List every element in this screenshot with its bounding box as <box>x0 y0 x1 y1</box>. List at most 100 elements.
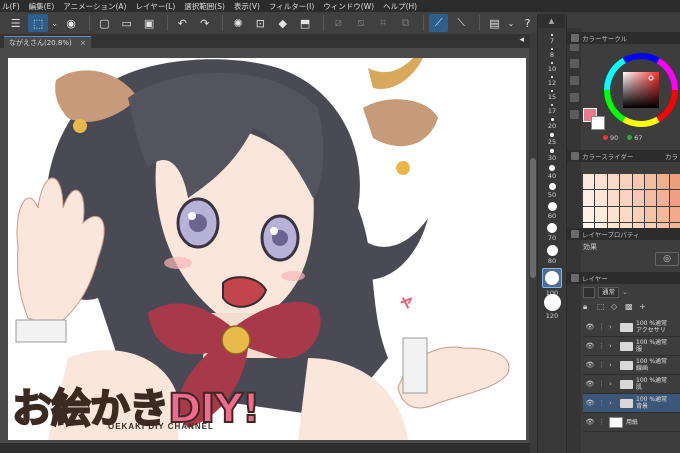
brush-size-item[interactable]: 50 <box>538 183 566 199</box>
color-wheel-graphic[interactable] <box>603 52 679 128</box>
help-icon[interactable]: ? <box>518 14 537 32</box>
eye-icon[interactable]: 👁︎ <box>585 418 595 426</box>
brush-size-swatch[interactable] <box>547 202 557 211</box>
panel-toggle-icon[interactable] <box>569 93 579 102</box>
save-icon[interactable]: ▣ <box>139 14 158 32</box>
color-swatch[interactable] <box>595 206 607 222</box>
companion-icon[interactable]: ◉ <box>61 14 80 32</box>
layer-row[interactable]: 👁︎ ⋮ › 100 %通常肌 <box>583 375 680 394</box>
hamburger-menu-icon[interactable]: ☰ <box>6 14 25 32</box>
canvas-vertical-scrollbar[interactable] <box>529 48 537 443</box>
layer-panel-header[interactable]: レイヤー <box>567 272 680 284</box>
brush-size-swatch[interactable] <box>550 149 554 153</box>
deselect-icon[interactable]: ⧄ <box>329 14 348 32</box>
menu-animation[interactable]: アニメーション(A) <box>63 1 126 12</box>
collapse-icon[interactable]: ◂ <box>519 35 524 45</box>
expand-selection-icon[interactable]: ⬒ <box>295 14 314 32</box>
panel-toggle-icon[interactable] <box>569 110 579 119</box>
brush-size-swatch[interactable] <box>551 34 553 36</box>
brush-size-swatch[interactable] <box>549 165 555 171</box>
blend-mode-select[interactable]: 通常 <box>598 286 619 298</box>
invert-selection-icon[interactable]: ⧅ <box>351 14 370 32</box>
chevron-right-icon[interactable]: › <box>609 361 617 369</box>
clip-icon[interactable]: ⬚ <box>597 302 607 312</box>
color-swatch[interactable] <box>583 206 595 222</box>
color-swatch[interactable] <box>583 174 595 190</box>
menu-help[interactable]: ヘルプ(H) <box>383 1 417 12</box>
brush-size-swatch[interactable] <box>551 62 553 64</box>
color-swatch[interactable] <box>620 174 632 190</box>
new-file-icon[interactable]: ▢ <box>95 14 114 32</box>
crop-icon[interactable]: ⌗ <box>373 14 392 32</box>
effect-button[interactable]: ◎ <box>655 252 679 266</box>
scrollbar-thumb[interactable] <box>530 158 536 278</box>
color-swatch[interactable] <box>669 174 680 190</box>
color-swatch[interactable] <box>644 206 657 222</box>
chevron-down-icon[interactable]: ⌄ <box>51 14 59 32</box>
brush-size-item[interactable]: 80 <box>538 245 566 265</box>
chevron-right-icon[interactable]: › <box>609 380 617 388</box>
eye-icon[interactable]: 👁︎ <box>585 380 595 388</box>
chevron-right-icon[interactable]: › <box>609 342 617 350</box>
color-swatch[interactable] <box>632 190 644 206</box>
color-swatch[interactable] <box>669 206 680 222</box>
layer-lock-icon[interactable]: ⋮ <box>598 399 606 407</box>
clear-outside-icon[interactable]: ⊡ <box>251 14 270 32</box>
color-swatch[interactable] <box>632 174 644 190</box>
brush-size-item[interactable]: 100 <box>538 268 566 297</box>
color-swatch[interactable] <box>644 190 657 206</box>
brush-size-item[interactable]: 10 <box>538 62 566 73</box>
brush-size-swatch[interactable] <box>550 133 554 137</box>
menu-edit[interactable]: 編集(E) <box>29 1 55 12</box>
brush-size-item[interactable]: 8 <box>538 48 566 59</box>
layer-property-header[interactable]: レイヤープロパティ <box>567 228 680 240</box>
panel-toggle-icon[interactable] <box>569 59 579 68</box>
lock-icon[interactable]: 🔒︎ <box>583 302 593 312</box>
brush-size-item[interactable]: 7 <box>538 34 566 45</box>
layer-row[interactable]: 👁︎ ⋮ › 100 %通常 線画 <box>583 356 680 375</box>
brush-size-swatch[interactable] <box>543 294 561 311</box>
screen-icon[interactable]: ▤ <box>485 14 504 32</box>
brush-size-swatch[interactable] <box>548 183 556 190</box>
undo-icon[interactable]: ↶ <box>173 14 192 32</box>
color-wheel-header[interactable]: カラーサークル <box>567 32 680 44</box>
snap-ruler-icon[interactable]: ⟋ <box>429 14 449 32</box>
selection-tool-icon[interactable]: ⬚ <box>28 14 48 32</box>
color-swatch[interactable] <box>669 190 680 206</box>
brush-size-swatch[interactable] <box>542 268 562 288</box>
reference-icon[interactable]: ◇ <box>611 302 621 312</box>
layer-row[interactable]: 👁︎ ⋮ › 100 %通常服 <box>583 337 680 356</box>
color-swatch[interactable] <box>607 190 620 206</box>
mask-icon[interactable]: ▩ <box>625 302 635 312</box>
menu-file[interactable]: ル(F) <box>2 1 20 12</box>
brush-size-swatch[interactable] <box>547 223 557 233</box>
layer-lock-icon[interactable]: ⋮ <box>598 342 606 350</box>
brush-size-swatch[interactable] <box>551 48 553 50</box>
eye-icon[interactable]: 👁︎ <box>585 342 595 350</box>
brush-size-item[interactable]: 40 <box>538 165 566 180</box>
brush-size-swatch[interactable] <box>551 90 553 92</box>
brush-size-item[interactable]: 120 <box>538 294 566 320</box>
layer-color-button[interactable] <box>583 286 595 298</box>
menu-selection[interactable]: 選択範囲(S) <box>184 1 225 12</box>
color-swatch[interactable] <box>620 206 632 222</box>
redo-icon[interactable]: ↷ <box>195 14 214 32</box>
color-swatch[interactable] <box>595 190 607 206</box>
brush-size-item[interactable]: 25 <box>538 133 566 146</box>
menu-view[interactable]: 表示(V) <box>234 1 260 12</box>
eye-icon[interactable]: 👁︎ <box>585 399 595 407</box>
new-layer-icon[interactable]: + <box>639 302 649 312</box>
color-swatch[interactable] <box>644 174 657 190</box>
brush-size-item[interactable]: 17 <box>538 104 566 115</box>
color-swatch[interactable] <box>657 174 669 190</box>
transform-icon[interactable]: ⧉ <box>396 14 415 32</box>
color-wheel[interactable] <box>603 52 679 128</box>
drawing-canvas[interactable]: ャ お絵かきDIY! OEKAKI DIY CHANNEL <box>8 58 526 440</box>
panel-toggle-icon[interactable] <box>569 76 579 85</box>
layer-lock-icon[interactable]: ⋮ <box>598 418 606 426</box>
brush-size-item[interactable]: 20 <box>538 118 566 130</box>
sub-color-swatch[interactable] <box>591 116 605 130</box>
brush-size-swatch[interactable] <box>550 118 554 121</box>
layer-row[interactable]: 👁︎ ⋮ 用紙 <box>583 413 680 432</box>
layer-lock-icon[interactable]: ⋮ <box>598 361 606 369</box>
